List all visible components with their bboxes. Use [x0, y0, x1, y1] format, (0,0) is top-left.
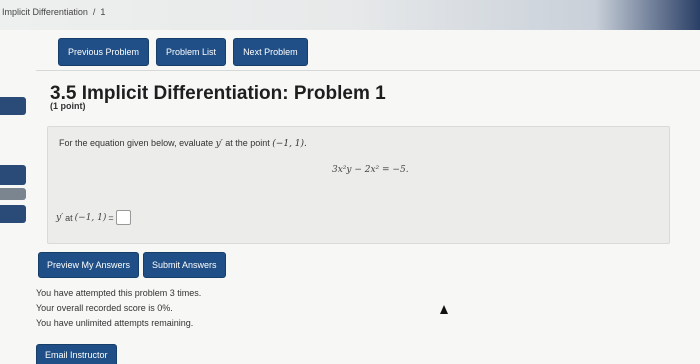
prompt-text: For the equation given below, evaluate [59, 138, 216, 148]
attempt-status: You have attempted this problem 3 times.… [36, 286, 201, 331]
side-tab[interactable] [0, 165, 26, 185]
answer-at: at [65, 212, 73, 223]
page-title: 3.5 Implicit Differentiation: Problem 1 [50, 83, 386, 104]
prompt-point: (−1, 1). [272, 139, 307, 149]
problem-list-button[interactable]: Problem List [156, 38, 227, 66]
problem-nav: Previous Problem Problem List Next Probl… [58, 38, 308, 66]
problem-box: For the equation given below, evaluate y… [47, 126, 670, 244]
answer-actions: Preview My Answers Submit Answers [38, 252, 226, 278]
email-instructor-button[interactable]: Email Instructor [36, 344, 117, 364]
breadcrumb-separator: / [92, 7, 96, 17]
mouse-cursor-icon [440, 305, 448, 314]
side-tab[interactable] [0, 188, 26, 200]
breadcrumb-section[interactable]: Implicit Differentiation [2, 7, 88, 17]
points-label: (1 point) [50, 101, 86, 111]
side-tab[interactable] [0, 97, 26, 115]
answer-row: y′ at (−1, 1) = [56, 210, 131, 225]
submit-answers-button[interactable]: Submit Answers [143, 252, 226, 278]
prompt-mid: at the point [222, 138, 273, 148]
preview-answers-button[interactable]: Preview My Answers [38, 252, 140, 278]
breadcrumb-page: 1 [100, 7, 106, 17]
answer-input[interactable] [115, 210, 131, 225]
email-area: Email Instructor [36, 344, 117, 364]
attempts-text: You have attempted this problem 3 times. [36, 288, 202, 298]
answer-point: (−1, 1) [74, 212, 107, 223]
previous-problem-button[interactable]: Previous Problem [58, 38, 150, 66]
score-text: Your overall recorded score is 0%. [36, 303, 173, 313]
breadcrumb: Implicit Differentiation / 1 [2, 7, 105, 17]
side-tab[interactable] [0, 205, 26, 223]
divider [36, 70, 700, 71]
answer-variable: y′ [56, 212, 64, 223]
prompt-variable: y′ [215, 139, 223, 149]
equation: 3x²y − 2x² = −5. [332, 165, 409, 175]
next-problem-button[interactable]: Next Problem [233, 38, 308, 66]
remaining-text: You have unlimited attempts remaining. [36, 318, 194, 328]
problem-prompt: For the equation given below, evaluate y… [59, 138, 307, 149]
answer-equals: = [108, 212, 114, 223]
